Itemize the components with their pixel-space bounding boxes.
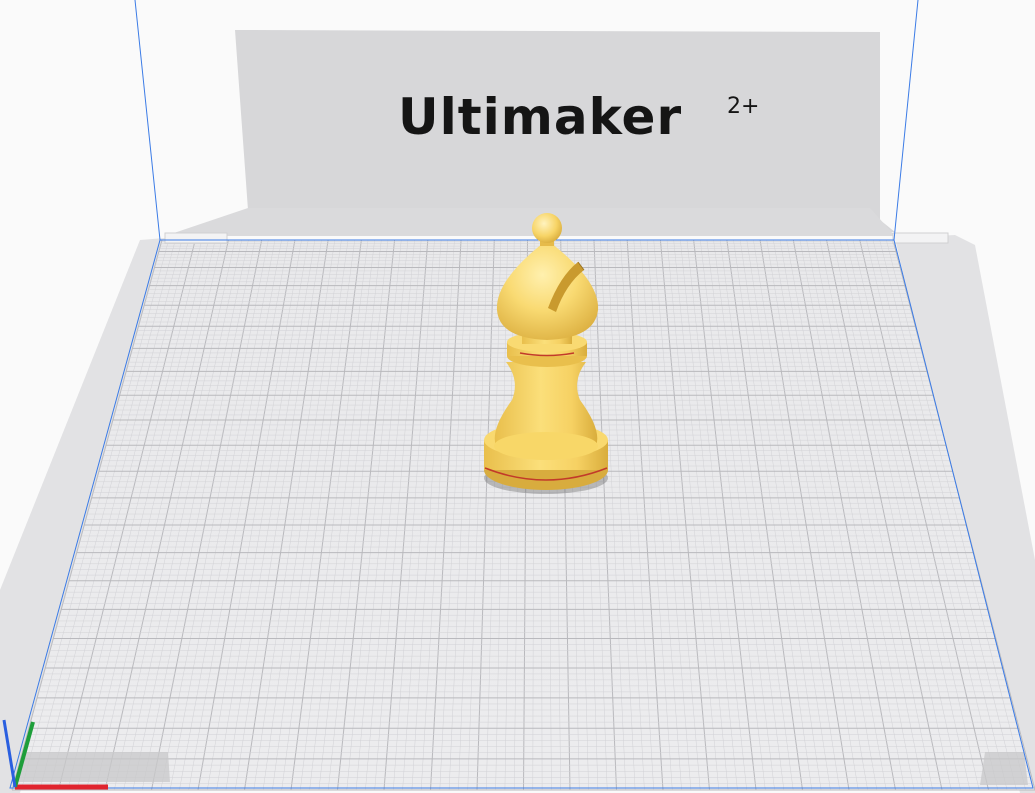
clip-left-back <box>164 232 228 244</box>
clip-left-front <box>18 752 170 782</box>
clip-right-back <box>892 232 949 244</box>
printer-model-label: 2+ <box>727 94 760 119</box>
printer-brand-logo: Ultimaker <box>398 88 683 146</box>
3d-viewport[interactable]: Ultimaker 2+ <box>0 0 1035 793</box>
clip-right-front <box>980 752 1028 785</box>
backplate-lower <box>165 208 895 236</box>
